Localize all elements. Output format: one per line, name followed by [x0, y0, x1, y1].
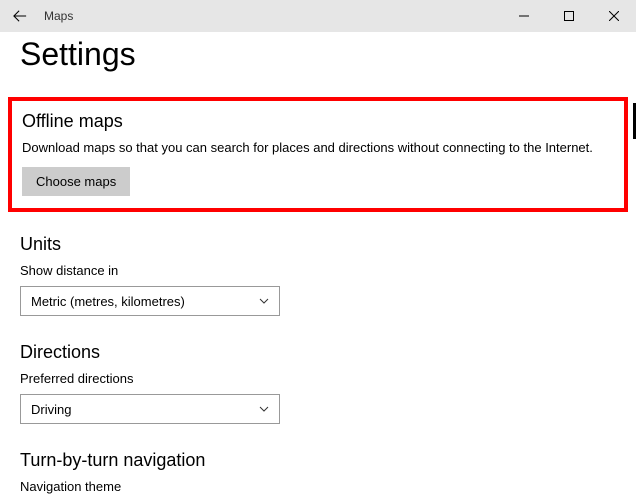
directions-label: Preferred directions	[20, 371, 616, 386]
app-title: Maps	[44, 9, 73, 23]
directions-select-value: Driving	[31, 402, 71, 417]
maximize-button[interactable]	[546, 0, 591, 32]
navigation-title: Turn-by-turn navigation	[20, 450, 616, 471]
minimize-button[interactable]	[501, 0, 546, 32]
directions-title: Directions	[20, 342, 616, 363]
units-label: Show distance in	[20, 263, 616, 278]
close-icon	[609, 11, 619, 21]
minimize-icon	[519, 11, 529, 21]
units-section: Units Show distance in Metric (metres, k…	[20, 234, 616, 316]
close-button[interactable]	[591, 0, 636, 32]
offline-maps-description: Download maps so that you can search for…	[22, 140, 614, 155]
back-arrow-icon	[13, 9, 27, 23]
chevron-down-icon	[259, 296, 269, 306]
maximize-icon	[564, 11, 574, 21]
page-title: Settings	[20, 36, 616, 73]
choose-maps-button[interactable]: Choose maps	[22, 167, 130, 196]
back-button[interactable]	[0, 0, 40, 32]
content-area: Settings Offline maps Download maps so t…	[0, 32, 636, 494]
units-select-value: Metric (metres, kilometres)	[31, 294, 185, 309]
units-select[interactable]: Metric (metres, kilometres)	[20, 286, 280, 316]
title-bar: Maps	[0, 0, 636, 32]
navigation-section: Turn-by-turn navigation Navigation theme	[20, 450, 616, 494]
window-controls	[501, 0, 636, 32]
chevron-down-icon	[259, 404, 269, 414]
directions-select[interactable]: Driving	[20, 394, 280, 424]
navigation-label: Navigation theme	[20, 479, 616, 494]
directions-section: Directions Preferred directions Driving	[20, 342, 616, 424]
offline-maps-highlight: Offline maps Download maps so that you c…	[8, 97, 628, 212]
units-title: Units	[20, 234, 616, 255]
offline-maps-title: Offline maps	[22, 111, 614, 132]
